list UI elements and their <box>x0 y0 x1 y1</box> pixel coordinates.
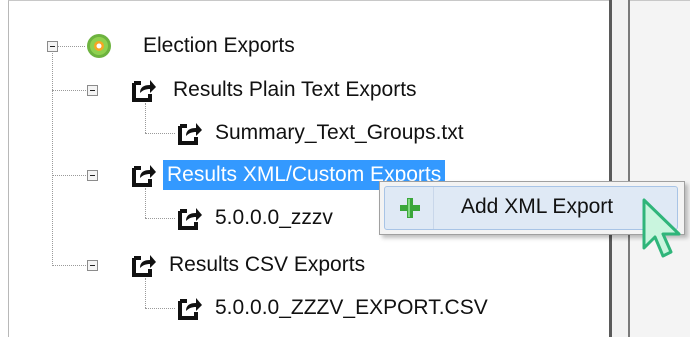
collapse-toggle-xml-custom[interactable] <box>87 170 98 181</box>
export-arrow-icon <box>132 165 156 187</box>
mouse-cursor-icon <box>642 198 681 258</box>
tree-node-summary-text-groups[interactable]: Summary_Text_Groups.txt <box>175 118 468 148</box>
export-arrow-icon <box>178 208 202 230</box>
tree-connector <box>145 133 175 134</box>
add-xml-export-menu-item[interactable]: Add XML Export <box>384 186 678 230</box>
export-arrow-icon <box>132 80 156 102</box>
tree-node-label: 5.0.0.0_ZZZV_EXPORT.CSV <box>215 296 488 319</box>
tree-node-zzzv-export-csv[interactable]: 5.0.0.0_ZZZV_EXPORT.CSV <box>175 293 492 323</box>
collapse-toggle-election-exports[interactable] <box>47 41 58 52</box>
export-arrow-icon <box>178 298 202 320</box>
tree-node-label: Summary_Text_Groups.txt <box>215 121 464 144</box>
tree-connector <box>145 188 146 218</box>
menu-icon-column <box>433 187 434 229</box>
collapse-toggle-plain-text[interactable] <box>87 85 98 96</box>
tree-node-label: Results CSV Exports <box>169 253 366 276</box>
tree-node-election-exports[interactable]: Election Exports <box>85 31 299 61</box>
tree-connector <box>52 175 92 176</box>
export-arrow-icon <box>132 255 156 277</box>
tree-connector <box>145 308 175 309</box>
tree-connector <box>145 278 146 308</box>
tree-node-zzzv[interactable]: 5.0.0.0_zzzv <box>175 203 337 233</box>
tree-connector <box>52 46 53 266</box>
tree-connector <box>145 103 146 133</box>
export-arrow-icon <box>178 123 202 145</box>
export-tree-panel: Election Exports Results Plain Text Expo… <box>8 0 609 337</box>
tree-node-csv-exports[interactable]: Results CSV Exports <box>129 250 369 280</box>
tree-node-label: Results Plain Text Exports <box>173 78 417 101</box>
tree-node-plain-text-exports[interactable]: Results Plain Text Exports <box>129 75 421 105</box>
menu-item-label: Add XML Export <box>461 195 614 218</box>
panel-splitter[interactable] <box>609 0 630 337</box>
collapse-toggle-csv[interactable] <box>87 260 98 271</box>
tree-connector <box>52 265 92 266</box>
tree-connector <box>52 90 92 91</box>
election-globe-icon <box>87 34 111 58</box>
green-plus-icon <box>400 198 420 218</box>
tree-connector <box>145 218 175 219</box>
tree-node-label: Election Exports <box>143 34 295 57</box>
details-panel <box>630 0 690 337</box>
tree-node-label: 5.0.0.0_zzzv <box>215 206 333 229</box>
